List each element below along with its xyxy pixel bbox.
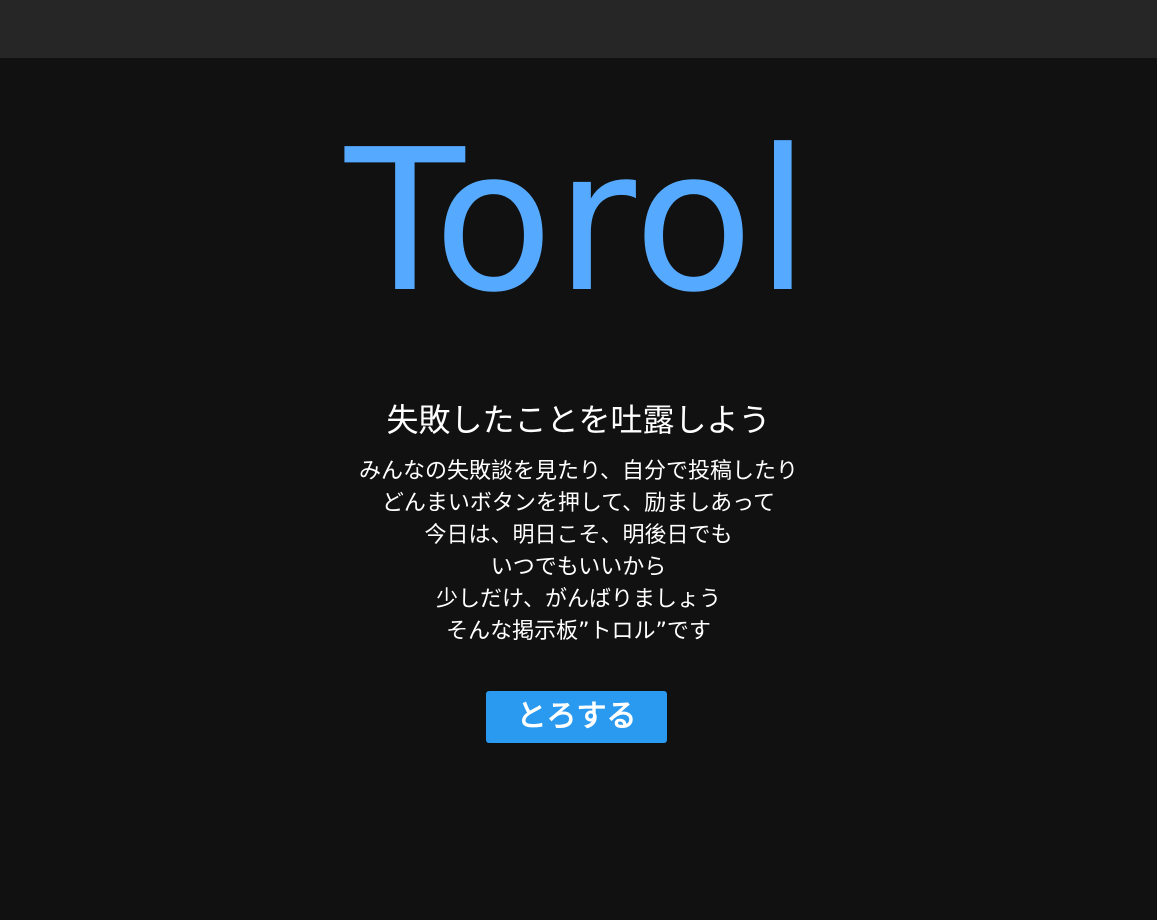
top-bar: [0, 0, 1157, 58]
description-line: 今日は、明日こそ、明後日でも: [424, 523, 733, 548]
description-line: そんな掲示板”トロル”です: [446, 619, 711, 644]
site-logo[interactable]: Torol: [0, 122, 1157, 322]
hero-headline: 失敗したことを吐露しよう: [386, 401, 771, 439]
toro-button[interactable]: とろする: [486, 691, 667, 743]
hero-description: みんなの失敗談を見たり、自分で投稿したり どんまいボタンを押して、励ましあって …: [0, 456, 1157, 648]
hero-section: Torol 失敗したことを吐露しよう みんなの失敗談を見たり、自分で投稿したり …: [0, 58, 1157, 920]
description-line: みんなの失敗談を見たり、自分で投稿したり: [358, 459, 799, 484]
description-line: 少しだけ、がんばりましょう: [436, 587, 721, 612]
description-line: どんまいボタンを押して、励ましあって: [381, 491, 776, 516]
description-line: いつでもいいから: [490, 555, 667, 580]
